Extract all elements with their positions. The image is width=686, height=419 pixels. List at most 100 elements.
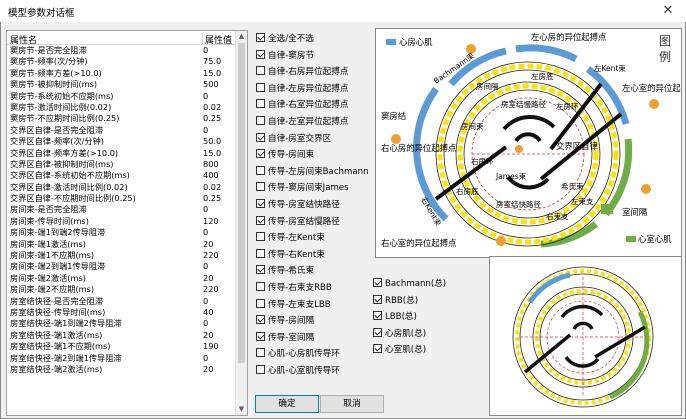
checkbox-icon[interactable] (256, 282, 265, 291)
row-value[interactable]: 0 (203, 91, 208, 102)
checkbox-icon[interactable] (256, 116, 265, 125)
checkbox-icon[interactable] (256, 165, 265, 175)
table-scrollbar[interactable]: ▲ ▼ (235, 31, 247, 415)
row-value[interactable]: 0 (203, 204, 208, 215)
checkbox-icon[interactable] (256, 215, 265, 225)
row-value[interactable]: 800 (203, 159, 219, 170)
checkbox-icon[interactable] (256, 33, 265, 42)
table-row[interactable]: 窦房节-频率方差(>10.0) 15.0 (7, 68, 235, 79)
checkbox-option[interactable]: 传导-房间束 (256, 149, 314, 161)
table-row[interactable]: 房室结快径-端1不应期(ms) 190 (7, 341, 235, 352)
table-row[interactable]: 交界区自律-不应期时间比例(0.25) 0.25 (7, 193, 235, 204)
row-value[interactable]: 0 (203, 318, 208, 329)
checkbox-icon[interactable] (373, 327, 382, 337)
row-value[interactable]: 220 (203, 284, 219, 295)
table-row[interactable]: 窦房节-是否完全阻滞 0 (7, 45, 235, 56)
column-header-value[interactable]: 属性值 (202, 33, 232, 46)
checkbox-option-total[interactable]: 心房肌(总) (373, 327, 426, 340)
table-row[interactable]: 交界区自律-系统初始不应期(ms) 400 (7, 170, 235, 181)
checkbox-icon[interactable] (256, 132, 265, 142)
row-value[interactable]: 50.0 (203, 136, 221, 147)
cancel-button[interactable]: 取消 (320, 395, 384, 413)
table-row[interactable]: 房间束-端2到端1传导阻滞 0 (7, 261, 235, 272)
scroll-thumb[interactable] (238, 43, 245, 363)
checkbox-icon[interactable] (256, 232, 265, 242)
checkbox-option[interactable]: 传导-房室结快路径 (256, 199, 340, 211)
checkbox-icon[interactable] (256, 182, 265, 192)
checkbox-option[interactable]: 传导-左房间束Bachmann (256, 165, 369, 178)
checkbox-icon[interactable] (256, 248, 265, 258)
checkbox-option[interactable]: 全选/全不选 (256, 33, 314, 45)
table-row[interactable]: 窦房节-频率(次/分钟) 75.0 (7, 56, 235, 67)
row-value[interactable]: 15.0 (203, 68, 221, 79)
table-row[interactable]: 房间束-端2不应期(ms) 220 (7, 284, 235, 295)
row-value[interactable]: 500 (203, 79, 219, 90)
table-row[interactable]: 交界区自律-被抑制时间(ms) 800 (7, 159, 235, 170)
checkbox-icon[interactable] (256, 265, 265, 275)
row-value[interactable]: 20 (203, 330, 213, 341)
checkbox-icon[interactable] (256, 49, 265, 59)
checkbox-icon[interactable] (373, 311, 382, 321)
row-value[interactable]: 20 (203, 364, 213, 375)
table-row[interactable]: 房室结快径-端1到端2传导阻滞 0 (7, 318, 235, 329)
table-row[interactable]: 房室结快径-端2激活(ms) 20 (7, 364, 235, 375)
checkbox-option[interactable]: 自律-右室异位起搏点 (256, 99, 348, 111)
checkbox-option-total[interactable]: 心室肌(总) (373, 344, 426, 356)
checkbox-icon[interactable] (256, 315, 265, 325)
checkbox-icon[interactable] (373, 344, 382, 354)
checkbox-option[interactable]: 传导-左Kent束 (256, 232, 325, 244)
table-row[interactable]: 窦房节-激活时间比例(0.02) 0.02 (7, 102, 235, 113)
row-value[interactable]: 400 (203, 170, 219, 181)
row-value[interactable]: 0 (203, 125, 208, 136)
checkbox-option[interactable]: 自律-左房异位起搏点 (256, 82, 348, 95)
checkbox-option[interactable]: 传导-窦房间束James (256, 182, 349, 194)
row-value[interactable]: 20 (203, 239, 213, 250)
row-value[interactable]: 0 (203, 45, 208, 56)
scroll-up-icon[interactable]: ▲ (236, 31, 247, 42)
table-row[interactable]: 房室结快径-端2到端1传导阻滞 0 (7, 353, 235, 364)
table-row[interactable]: 交界区自律-激活时间比例(0.02) 0.02 (7, 182, 235, 193)
checkbox-icon[interactable] (256, 66, 265, 76)
row-value[interactable]: 0 (203, 261, 208, 272)
table-row[interactable]: 交界区自律-频率(次/分钟) 50.0 (7, 136, 235, 147)
checkbox-option[interactable]: 自律-右房异位起搏点 (256, 66, 348, 78)
checkbox-icon[interactable] (373, 278, 382, 287)
table-row[interactable]: 交界区自律-频率方差(>10.0) 15.0 (7, 148, 235, 159)
checkbox-icon[interactable] (256, 331, 265, 341)
table-row[interactable]: 窦房节-系统初始不应期(ms) 0 (7, 91, 235, 102)
checkbox-option-total[interactable]: LBB(总) (373, 311, 417, 323)
table-row[interactable]: 房室结快径-传导时间(ms) 40 (7, 307, 235, 318)
table-row[interactable]: 房间束-端1不应期(ms) 220 (7, 250, 235, 261)
checkbox-icon[interactable] (373, 294, 382, 304)
row-value[interactable]: 75.0 (203, 56, 221, 67)
scroll-down-icon[interactable]: ▼ (236, 404, 247, 415)
table-row[interactable]: 窦房节-被抑制时间(ms) 500 (7, 79, 235, 90)
table-row[interactable]: 房间束-是否完全阻滞 0 (7, 204, 235, 215)
row-value[interactable]: 0.25 (203, 113, 221, 124)
checkbox-option[interactable]: 心肌-心房肌传导环 (256, 348, 340, 360)
checkbox-icon[interactable] (256, 348, 265, 358)
checkbox-icon[interactable] (256, 149, 265, 159)
table-row[interactable]: 房间束-端1到端2传导阻滞 0 (7, 227, 235, 238)
row-value[interactable]: 40 (203, 307, 213, 318)
checkbox-option[interactable]: 传导-房室结慢路径 (256, 215, 340, 228)
row-value[interactable]: 220 (203, 250, 219, 261)
checkbox-icon[interactable] (256, 82, 265, 92)
row-value[interactable]: 0 (203, 227, 208, 238)
checkbox-option[interactable]: 心肌-心室肌传导环 (256, 365, 340, 377)
row-value[interactable]: 0 (203, 353, 208, 364)
table-row[interactable]: 交界区自律-是否完全阻滞 0 (7, 125, 235, 136)
checkbox-option[interactable]: 传导-左束支LBB (256, 298, 331, 311)
checkbox-icon[interactable] (256, 199, 265, 208)
table-row[interactable]: 房间束-端2激活(ms) 20 (7, 273, 235, 284)
checkbox-option[interactable]: 传导-右Kent束 (256, 248, 325, 261)
checkbox-icon[interactable] (256, 298, 265, 308)
ok-button[interactable]: 确定 (255, 395, 319, 413)
table-row[interactable]: 窦房节-不应期时间比例(0.25) 0.25 (7, 113, 235, 124)
close-icon[interactable]: ✕ (656, 2, 680, 20)
row-value[interactable]: 15.0 (203, 148, 221, 159)
table-row[interactable]: 房室结快径-端1激活(ms) 20 (7, 330, 235, 341)
checkbox-option[interactable]: 传导-希氏束 (256, 265, 314, 277)
checkbox-option-total[interactable]: Bachmann(总) (373, 278, 446, 290)
checkbox-option[interactable]: 自律-房室交界区 (256, 132, 331, 145)
